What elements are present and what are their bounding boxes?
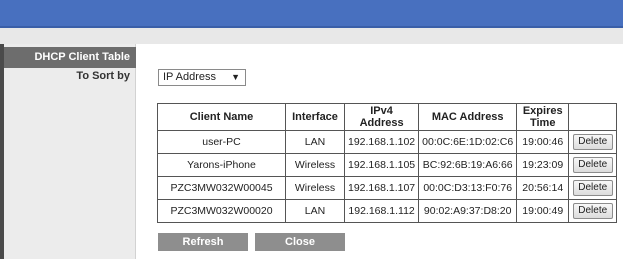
cell-client-name: PZC3MW032W00020 bbox=[157, 199, 286, 223]
header-mac-address: MAC Address bbox=[418, 103, 518, 131]
section-title: DHCP Client Table bbox=[4, 47, 136, 68]
cell-client-name: PZC3MW032W00045 bbox=[157, 176, 286, 200]
header-ipv4-address: IPv4 Address bbox=[343, 103, 420, 131]
cell-action: Delete bbox=[568, 199, 618, 223]
cell-mac: BC:92:6B:19:A6:66 bbox=[418, 153, 518, 177]
cell-client-name: Yarons-iPhone bbox=[157, 153, 286, 177]
cell-expires: 19:23:09 bbox=[516, 153, 570, 177]
table-row: Yarons-iPhone Wireless 192.168.1.105 BC:… bbox=[157, 153, 618, 177]
refresh-button[interactable]: Refresh bbox=[158, 233, 248, 251]
cell-action: Delete bbox=[568, 176, 618, 200]
header-spacer bbox=[0, 28, 623, 44]
header-expires-time: Expires Time bbox=[516, 103, 570, 131]
sort-by-label: To Sort by bbox=[76, 70, 130, 82]
header-client-name: Client Name bbox=[157, 103, 286, 131]
table-row: PZC3MW032W00045 Wireless 192.168.1.107 0… bbox=[157, 176, 618, 200]
delete-button[interactable]: Delete bbox=[572, 134, 613, 150]
cell-interface: Wireless bbox=[285, 176, 345, 200]
cell-interface: Wireless bbox=[285, 153, 345, 177]
table-header-row: Client Name Interface IPv4 Address MAC A… bbox=[157, 103, 618, 131]
delete-button[interactable]: Delete bbox=[572, 180, 613, 196]
cell-ipv4: 192.168.1.105 bbox=[343, 153, 420, 177]
cell-mac: 00:0C:D3:13:F0:76 bbox=[418, 176, 518, 200]
cell-interface: LAN bbox=[285, 199, 345, 223]
cell-expires: 19:00:49 bbox=[516, 199, 570, 223]
cell-expires: 19:00:46 bbox=[516, 130, 570, 154]
delete-button[interactable]: Delete bbox=[572, 203, 613, 219]
dhcp-client-table: Client Name Interface IPv4 Address MAC A… bbox=[157, 103, 618, 223]
triangle-down-icon: ▼ bbox=[231, 72, 240, 82]
cell-action: Delete bbox=[568, 130, 618, 154]
sort-by-select[interactable]: IP Address ▼ bbox=[158, 69, 246, 86]
cell-ipv4: 192.168.1.112 bbox=[343, 199, 420, 223]
header-interface: Interface bbox=[285, 103, 345, 131]
sort-by-value: IP Address bbox=[163, 71, 216, 83]
cell-mac: 90:02:A9:37:D8:20 bbox=[418, 199, 518, 223]
delete-button[interactable]: Delete bbox=[572, 157, 613, 173]
table-row: user-PC LAN 192.168.1.102 00:0C:6E:1D:02… bbox=[157, 130, 618, 154]
cell-expires: 20:56:14 bbox=[516, 176, 570, 200]
close-button[interactable]: Close bbox=[255, 233, 345, 251]
cell-ipv4: 192.168.1.107 bbox=[343, 176, 420, 200]
header-action bbox=[568, 103, 618, 131]
table-row: PZC3MW032W00020 LAN 192.168.1.112 90:02:… bbox=[157, 199, 618, 223]
cell-interface: LAN bbox=[285, 130, 345, 154]
cell-action: Delete bbox=[568, 153, 618, 177]
cell-ipv4: 192.168.1.102 bbox=[343, 130, 420, 154]
cell-mac: 00:0C:6E:1D:02:C6 bbox=[418, 130, 518, 154]
top-header-bar bbox=[0, 0, 623, 28]
cell-client-name: user-PC bbox=[157, 130, 286, 154]
